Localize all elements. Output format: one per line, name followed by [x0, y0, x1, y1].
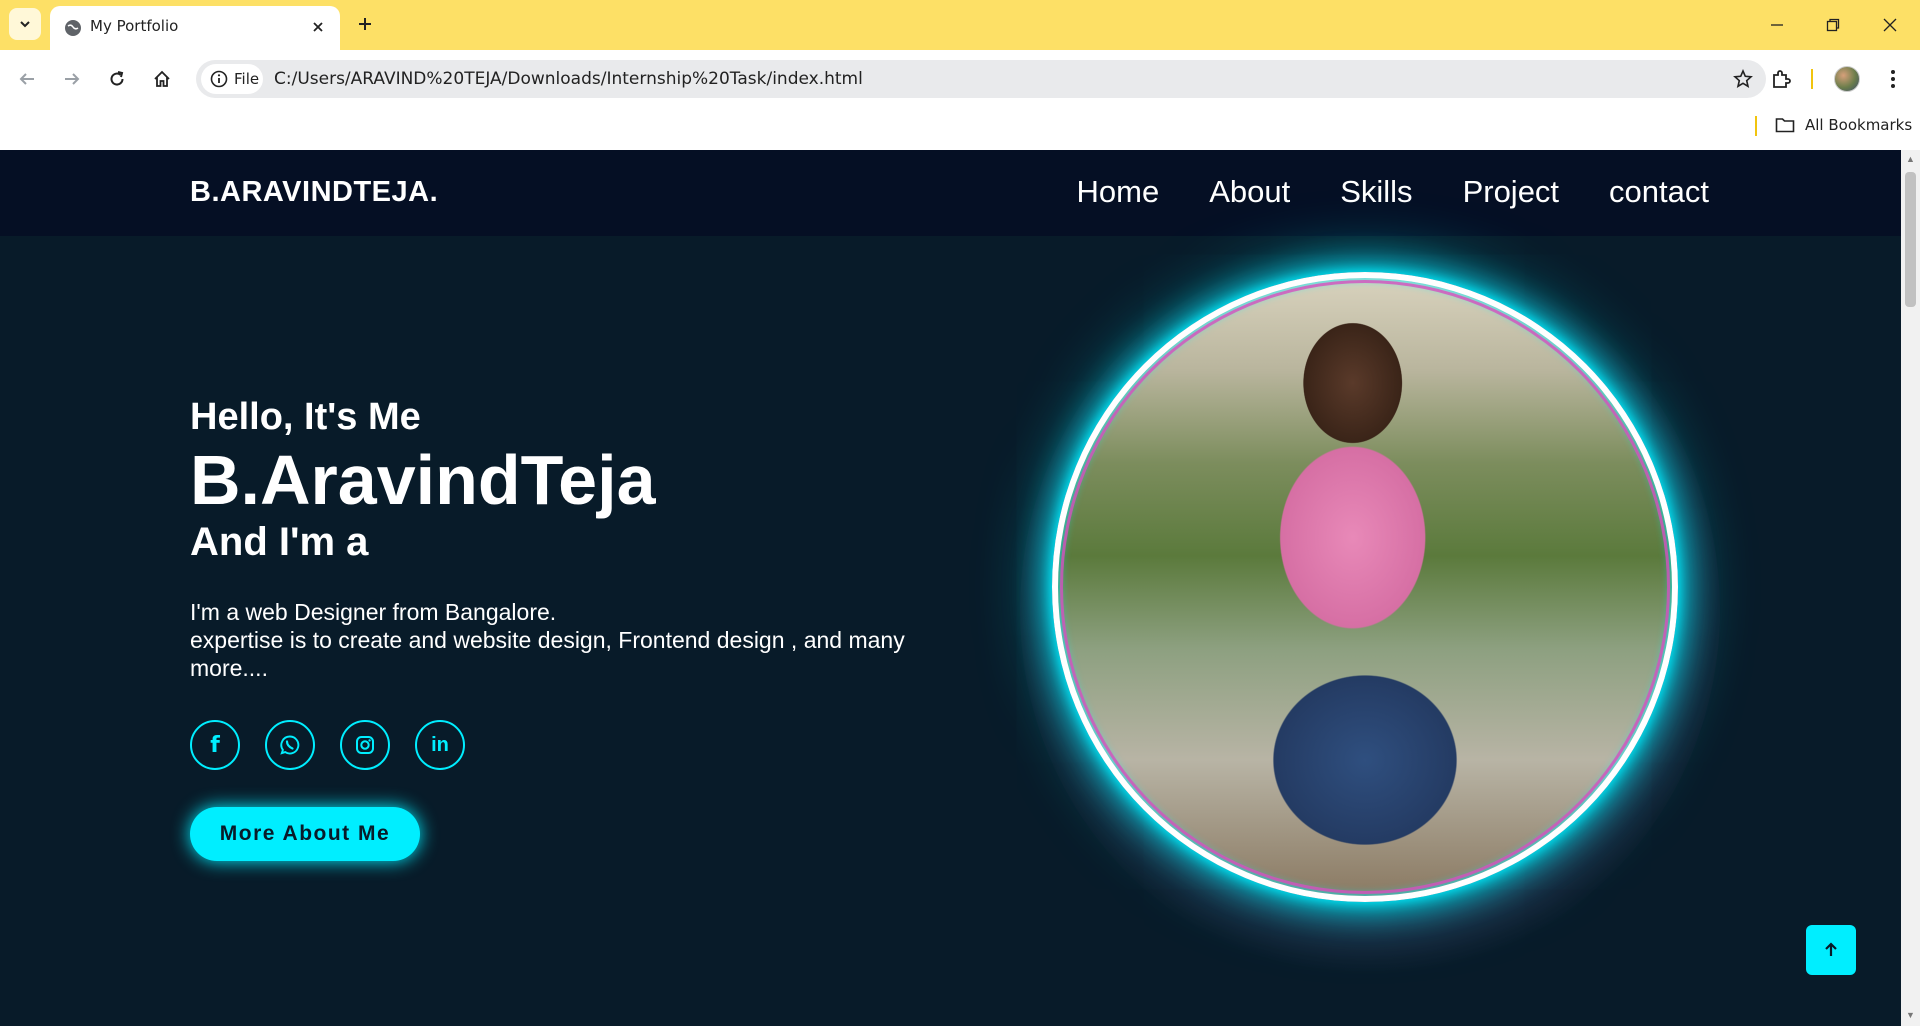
restore-button[interactable] — [1818, 10, 1848, 40]
window-close-button[interactable] — [1875, 10, 1905, 40]
back-button[interactable] — [11, 63, 43, 95]
info-icon — [210, 70, 228, 88]
bookmarks-divider — [1755, 116, 1757, 136]
whatsapp-icon — [280, 735, 300, 755]
close-tab-button[interactable] — [308, 17, 328, 37]
chevron-down-icon — [20, 21, 30, 28]
hero-role: And I'm a — [190, 520, 369, 564]
site-info-label: File — [234, 70, 260, 88]
window-close-icon — [1883, 18, 1897, 32]
hero-bio: I'm a web Designer from Bangalore. exper… — [190, 598, 950, 682]
forward-arrow-icon — [65, 73, 80, 85]
facebook-link[interactable]: f — [190, 720, 240, 770]
linkedin-icon: in — [431, 733, 449, 756]
social-links: f in — [190, 720, 465, 770]
minimize-icon — [1771, 24, 1783, 26]
browser-tab-strip: My Portfolio — [0, 0, 1920, 50]
bookmark-star-button[interactable] — [1730, 66, 1756, 92]
reload-button[interactable] — [101, 63, 133, 95]
hero-heading: Hello, It's Me B.AravindTeja And I'm a — [190, 396, 656, 565]
linkedin-link[interactable]: in — [415, 720, 465, 770]
nav-contact[interactable]: contact — [1609, 174, 1709, 210]
all-bookmarks-label: All Bookmarks — [1805, 116, 1913, 134]
extensions-button[interactable] — [1765, 63, 1797, 95]
scroll-down-arrow-icon[interactable]: ▼ — [1905, 1010, 1916, 1020]
portrait-ring-accent — [1060, 280, 1670, 894]
tab-title: My Portfolio — [90, 17, 179, 35]
active-tab[interactable]: My Portfolio — [50, 6, 340, 50]
plus-icon — [359, 18, 371, 30]
toolbar-divider — [1811, 69, 1813, 89]
address-bar[interactable]: File C:/Users/ARAVIND%20TEJA/Downloads/I… — [196, 60, 1766, 98]
bio-line-1: I'm a web Designer from Bangalore. — [190, 599, 557, 625]
page-scrollbar[interactable]: ▲ ▼ — [1901, 150, 1920, 1026]
site-header: B.ARAVINDTEJA. Home About Skills Project… — [0, 150, 1901, 236]
profile-avatar[interactable] — [1834, 66, 1860, 92]
new-tab-button[interactable] — [352, 11, 378, 37]
facebook-icon: f — [210, 732, 220, 758]
back-arrow-icon — [19, 73, 34, 85]
nav-home[interactable]: Home — [1077, 174, 1160, 210]
more-about-me-button[interactable]: More About Me — [190, 807, 420, 861]
browser-menu-button[interactable] — [1877, 63, 1909, 95]
bio-line-2: expertise is to create and website desig… — [190, 627, 905, 681]
bookmarks-bar: All Bookmarks — [0, 108, 1920, 150]
nav-project[interactable]: Project — [1463, 174, 1559, 210]
site-info-chip[interactable]: File — [201, 64, 263, 94]
home-button[interactable] — [146, 63, 178, 95]
scrollbar-thumb[interactable] — [1905, 172, 1916, 307]
forward-button[interactable] — [56, 63, 88, 95]
instagram-link[interactable] — [340, 720, 390, 770]
extensions-icon — [1773, 70, 1791, 88]
scroll-to-top-button[interactable] — [1806, 925, 1856, 975]
more-vert-icon — [1891, 70, 1895, 88]
hero-name: B.AravindTeja — [190, 441, 656, 519]
hero-greeting: Hello, It's Me — [190, 396, 421, 438]
arrow-up-icon — [1825, 942, 1837, 956]
all-bookmarks-button[interactable]: All Bookmarks — [1775, 116, 1912, 134]
nav-skills[interactable]: Skills — [1340, 174, 1412, 210]
scroll-up-arrow-icon[interactable]: ▲ — [1905, 154, 1916, 164]
globe-icon — [65, 20, 81, 36]
star-icon — [1733, 69, 1753, 88]
page-viewport: B.ARAVINDTEJA. Home About Skills Project… — [0, 150, 1901, 1026]
close-icon — [313, 22, 323, 32]
whatsapp-link[interactable] — [265, 720, 315, 770]
brand-logo[interactable]: B.ARAVINDTEJA. — [190, 176, 438, 209]
main-nav: Home About Skills Project contact — [1027, 174, 1710, 210]
restore-icon — [1826, 18, 1840, 32]
home-icon — [154, 70, 170, 87]
minimize-button[interactable] — [1762, 10, 1792, 40]
tab-search-button[interactable] — [9, 8, 41, 40]
nav-about[interactable]: About — [1209, 174, 1290, 210]
folder-icon — [1775, 118, 1795, 133]
reload-icon — [110, 71, 124, 86]
url-text[interactable]: C:/Users/ARAVIND%20TEJA/Downloads/Intern… — [274, 69, 863, 89]
instagram-icon — [356, 736, 374, 754]
